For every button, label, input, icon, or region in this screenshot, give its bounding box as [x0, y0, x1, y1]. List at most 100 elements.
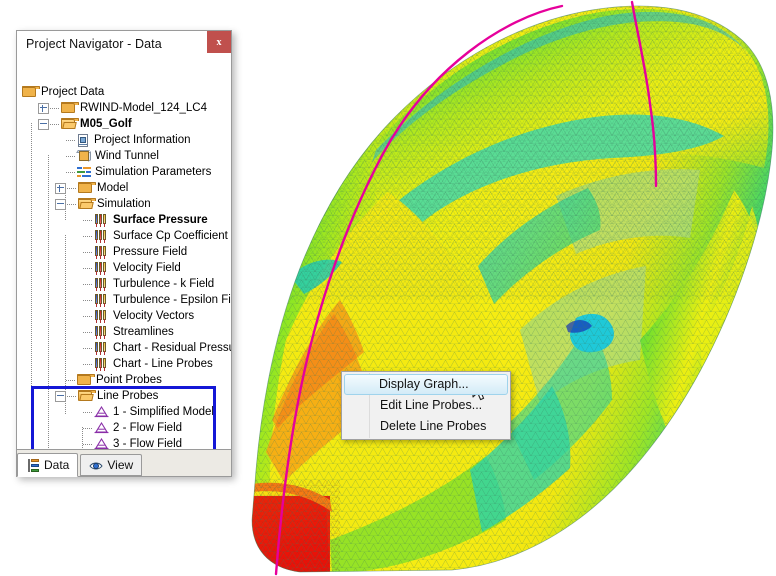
folder-open-icon	[61, 118, 79, 130]
tree-item-label: Streamlines	[113, 326, 174, 338]
folder-icon	[22, 86, 40, 98]
tree-item[interactable]: Project Data	[21, 84, 104, 100]
tree-connector	[66, 171, 76, 173]
tree-item-label: Chart - Residual Pressure	[113, 342, 231, 354]
result-icon	[94, 341, 109, 355]
tree-connector	[50, 123, 60, 125]
tree-connector	[83, 219, 93, 221]
tree-item[interactable]: 1 - Simplified Model	[72, 404, 214, 420]
result-icon	[94, 357, 109, 371]
tree-item-label: M05_Golf	[80, 118, 132, 130]
tree-item[interactable]: Chart - Line Probes	[72, 356, 213, 372]
tree-expander-plus-icon[interactable]	[55, 182, 66, 194]
tree-expander-plus-icon[interactable]	[38, 102, 49, 114]
navigator-titlebar: Project Navigator - Data x	[17, 31, 231, 57]
tree-item-label: 3 - Flow Field	[113, 438, 183, 449]
folder-icon	[61, 102, 79, 114]
result-icon	[94, 245, 109, 259]
close-icon[interactable]: x	[207, 31, 231, 53]
parameters-icon	[77, 166, 91, 178]
result-icon	[94, 309, 109, 323]
tree-connector	[83, 235, 93, 237]
tree-item-label: Surface Cp Coefficient	[113, 230, 228, 242]
result-icon	[94, 229, 109, 243]
tree-connector	[50, 107, 60, 109]
tree-connector	[66, 379, 76, 381]
tree-connector	[83, 299, 93, 301]
navigator-tab-strip[interactable]: Data View	[17, 449, 231, 477]
tree-item-label: RWIND-Model_124_LC4	[80, 102, 207, 114]
tree-item-label: Turbulence - k Field	[113, 278, 215, 290]
tab-view[interactable]: View	[80, 454, 143, 476]
tree-item-label: Simulation	[97, 198, 151, 210]
tree-item[interactable]: Turbulence - Epsilon Field	[72, 292, 231, 308]
tree-connector	[83, 363, 93, 365]
line-probes-context-menu[interactable]: Display Graph... Edit Line Probes... Del…	[341, 371, 511, 440]
tree-item[interactable]: Line Probes	[55, 388, 158, 404]
tree-connector	[67, 187, 77, 189]
tree-item[interactable]: Simulation	[55, 196, 151, 212]
tree-item[interactable]: Velocity Field	[72, 260, 181, 276]
menu-item-display-graph[interactable]: Display Graph...	[344, 374, 508, 395]
tree-item[interactable]: Project Information	[55, 132, 191, 148]
tree-item-label: Wind Tunnel	[95, 150, 159, 162]
tree-connector	[83, 411, 93, 413]
tree-item-label: Point Probes	[96, 374, 162, 386]
tree-connector	[83, 267, 93, 269]
tree-item-label: Velocity Field	[113, 262, 181, 274]
tree-item[interactable]: Model	[55, 180, 128, 196]
tree-item[interactable]: Wind Tunnel	[55, 148, 159, 164]
tree-item[interactable]: Turbulence - k Field	[72, 276, 214, 292]
result-icon	[94, 325, 109, 339]
tree-item-label: Project Data	[41, 86, 105, 98]
tree-item[interactable]: Surface Cp Coefficient	[72, 228, 228, 244]
result-icon	[94, 277, 109, 291]
tree-expander-minus-icon[interactable]	[55, 390, 66, 402]
result-icon	[94, 293, 109, 307]
tree-item-label: Pressure Field	[113, 246, 188, 258]
tree-item[interactable]: Simulation Parameters	[55, 164, 211, 180]
menu-item-edit-line-probes[interactable]: Edit Line Probes...	[344, 395, 508, 416]
page-title: Project Navigator - Data	[26, 37, 162, 51]
tree-connector	[67, 203, 77, 205]
tree-connector	[67, 395, 77, 397]
project-navigator-panel[interactable]: Project Navigator - Data x Project Data R…	[16, 30, 232, 477]
tree-guide-line	[48, 155, 49, 449]
tree-item-label: 1 - Simplified Model	[113, 406, 214, 418]
tree-item[interactable]: Pressure Field	[72, 244, 187, 260]
tree-connector	[66, 139, 76, 141]
data-tree-icon	[26, 458, 40, 472]
document-icon	[77, 133, 90, 147]
tree-connector	[83, 283, 93, 285]
tree-item-label: Project Information	[94, 134, 191, 146]
tree-item[interactable]: Point Probes	[55, 372, 162, 388]
tree-connector	[83, 315, 93, 317]
tree-item[interactable]: Streamlines	[72, 324, 174, 340]
line-probe-icon	[94, 406, 109, 418]
tree-connector	[83, 347, 93, 349]
tree-expander-minus-icon[interactable]	[55, 198, 66, 210]
tree-item-label: Line Probes	[97, 390, 159, 402]
tree-item[interactable]: Velocity Vectors	[72, 308, 194, 324]
line-probe-icon	[94, 422, 109, 434]
tab-data[interactable]: Data	[17, 453, 79, 477]
tree-item[interactable]: RWIND-Model_124_LC4	[38, 100, 207, 116]
folder-open-icon	[78, 390, 96, 402]
tree-item[interactable]: 3 - Flow Field	[72, 436, 182, 449]
tree-connector	[66, 155, 76, 157]
tree-connector	[83, 331, 93, 333]
tab-view-label: View	[107, 458, 134, 472]
wind-tunnel-icon	[76, 149, 91, 163]
tree-connector	[83, 427, 93, 429]
folder-open-icon	[78, 198, 96, 210]
car-body	[251, 5, 774, 573]
tree-item-label: Chart - Line Probes	[113, 358, 213, 370]
tree-item[interactable]: Surface Pressure	[72, 212, 208, 228]
menu-item-delete-line-probes[interactable]: Delete Line Probes	[344, 416, 508, 437]
project-tree[interactable]: Project Data RWIND-Model_124_LC4 M05_Golf P…	[17, 57, 231, 449]
result-icon	[94, 213, 109, 227]
tree-item[interactable]: 2 - Flow Field	[72, 420, 182, 436]
tree-item[interactable]: Chart - Residual Pressure	[72, 340, 231, 356]
tree-item[interactable]: M05_Golf	[38, 116, 132, 132]
tree-expander-minus-icon[interactable]	[38, 118, 49, 130]
